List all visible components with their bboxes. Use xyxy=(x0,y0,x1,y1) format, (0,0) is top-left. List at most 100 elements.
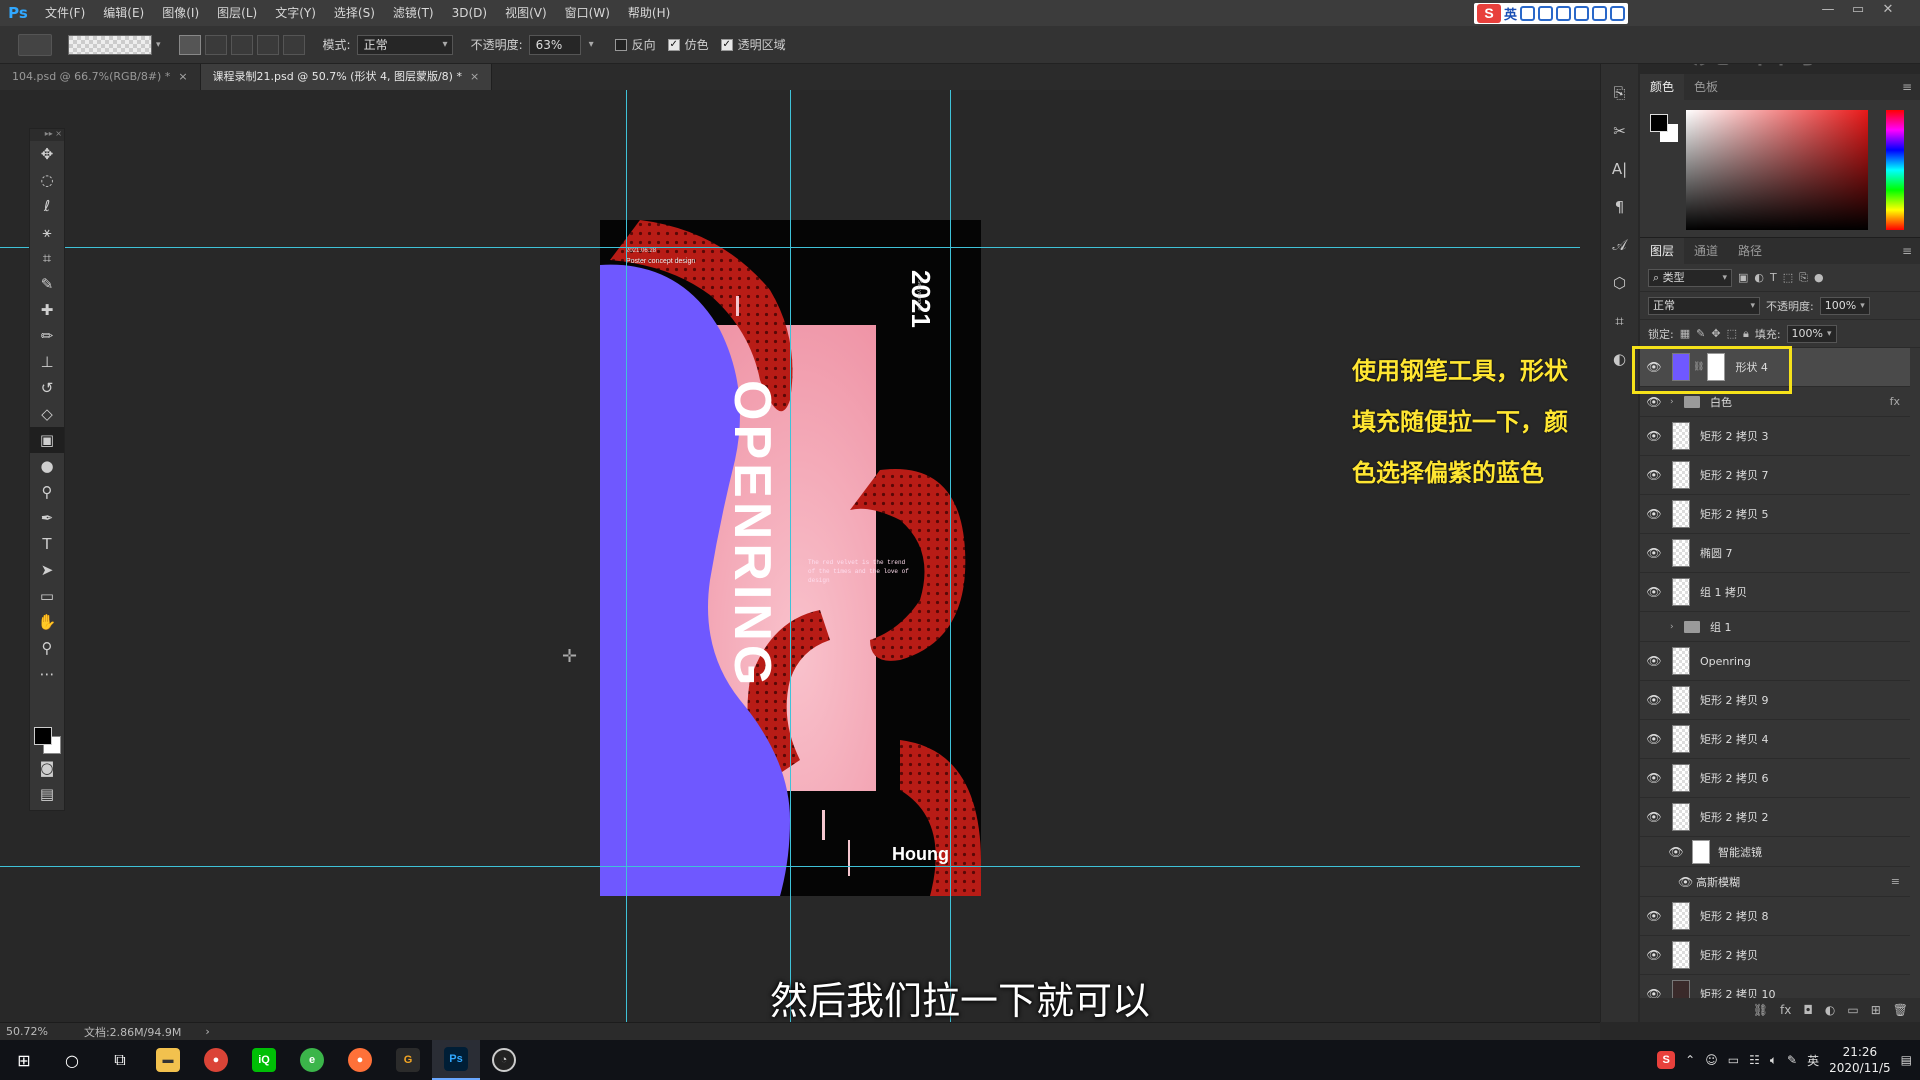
hue-slider[interactable] xyxy=(1886,110,1904,230)
layer-group-1[interactable]: 👁︎ › 组 1 xyxy=(1640,612,1910,642)
360-browser-icon[interactable]: e xyxy=(288,1040,336,1080)
chevron-down-icon[interactable]: ▾ xyxy=(156,40,161,50)
fx-badge[interactable]: fx xyxy=(1890,395,1900,408)
opacity-input[interactable]: 63% xyxy=(528,34,594,55)
rectangle-tool-icon[interactable]: ▭ xyxy=(30,583,64,609)
eye-hidden-icon[interactable]: 👁︎ xyxy=(1640,620,1668,634)
layer-item[interactable]: 👁︎ 矩形 2 拷贝 3 xyxy=(1640,417,1910,456)
layer-item[interactable]: 👁︎ Openring xyxy=(1640,642,1910,681)
file-explorer-icon[interactable]: ▬ xyxy=(144,1040,192,1080)
ime-keyboard-icon[interactable] xyxy=(1574,6,1590,21)
ime-menu-icon[interactable] xyxy=(1610,6,1626,21)
status-menu-icon[interactable]: › xyxy=(205,1025,209,1038)
eye-icon[interactable]: 👁︎ xyxy=(1640,429,1668,443)
foreground-color-swatch[interactable] xyxy=(34,727,52,745)
ime-punctuation-icon[interactable] xyxy=(1520,6,1536,21)
eye-icon[interactable]: 👁︎ xyxy=(1640,693,1668,707)
layer-item[interactable]: 👁︎ 矩形 2 拷贝 6 xyxy=(1640,759,1910,798)
diamond-gradient-button[interactable] xyxy=(282,34,305,55)
marquee-tool-icon[interactable]: ◌ xyxy=(30,167,64,193)
eye-icon[interactable]: 👁︎ xyxy=(1640,507,1668,521)
zoom-tool-icon[interactable]: ⚲ xyxy=(30,635,64,661)
magic-wand-tool-icon[interactable]: ⚹ xyxy=(30,219,64,245)
angle-gradient-button[interactable] xyxy=(230,34,253,55)
character-panel-icon[interactable]: A| xyxy=(1601,150,1638,188)
layer-item[interactable]: 👁︎ 椭圆 7 xyxy=(1640,534,1910,573)
menu-edit[interactable]: 编辑(E) xyxy=(94,0,153,26)
more-tools-icon[interactable]: ⋯ xyxy=(30,661,64,687)
lock-pixels-icon[interactable]: ✎ xyxy=(1696,327,1705,340)
dither-checkbox-box[interactable]: ✓ xyxy=(667,38,680,51)
eye-icon[interactable]: 👁︎ xyxy=(1678,875,1693,889)
crop-tool-icon[interactable]: ⌗ xyxy=(30,245,64,271)
menu-view[interactable]: 视图(V) xyxy=(496,0,556,26)
panel-menu-icon[interactable]: ≡ xyxy=(1902,244,1912,258)
layer-item[interactable]: 👁︎ 矩形 2 拷贝 2 xyxy=(1640,798,1910,837)
clock[interactable]: 21:26 2020/11/5 xyxy=(1829,1044,1891,1076)
menu-file[interactable]: 文件(F) xyxy=(36,0,94,26)
pen-icon[interactable]: ✎ xyxy=(1787,1053,1797,1067)
reverse-checkbox[interactable]: 反向 xyxy=(614,36,656,53)
photoshop-taskbar-icon[interactable]: Ps xyxy=(432,1040,480,1080)
eye-icon[interactable]: 👁︎ xyxy=(1640,948,1668,962)
shape-filter-icon[interactable]: ⬚ xyxy=(1783,271,1793,284)
eraser-tool-icon[interactable]: ◇ xyxy=(30,401,64,427)
close-tab-icon[interactable]: × xyxy=(470,70,479,83)
firefox-icon[interactable]: ● xyxy=(336,1040,384,1080)
type-filter-icon[interactable]: T xyxy=(1770,271,1777,284)
quick-mask-icon[interactable]: ◙ xyxy=(30,755,64,781)
layer-item[interactable]: 👁︎ 矩形 2 拷贝 9 xyxy=(1640,681,1910,720)
foreground-color-swatch[interactable] xyxy=(1650,114,1668,132)
minimize-button[interactable]: — xyxy=(1818,2,1838,22)
linear-gradient-button[interactable] xyxy=(178,34,201,55)
obs-icon[interactable]: ◔ xyxy=(480,1040,528,1080)
chrome-icon[interactable]: ● xyxy=(192,1040,240,1080)
menu-3d[interactable]: 3D(D) xyxy=(443,0,496,26)
reflected-gradient-button[interactable] xyxy=(256,34,279,55)
ime-toolbar[interactable]: S 英 xyxy=(1474,3,1629,24)
history-panel-icon[interactable]: ⎘ xyxy=(1601,74,1638,112)
image-filter-icon[interactable]: ▣ xyxy=(1738,271,1748,284)
network-icon[interactable]: ☷ xyxy=(1749,1053,1760,1067)
dodge-tool-icon[interactable]: ⚲ xyxy=(30,479,64,505)
filter-mask-thumbnail[interactable] xyxy=(1692,839,1710,864)
brush-settings-icon[interactable]: ✂ xyxy=(1601,112,1638,150)
notification-icon[interactable]: ▤ xyxy=(1901,1053,1912,1067)
ime-language-label[interactable]: 英 xyxy=(1504,4,1517,23)
eye-icon[interactable]: 👁︎ xyxy=(1640,546,1668,560)
lock-all-icon[interactable]: 🔒︎ xyxy=(1743,327,1749,341)
layer-item[interactable]: 👁︎ 矩形 2 拷贝 5 xyxy=(1640,495,1910,534)
guide-vertical-center[interactable] xyxy=(790,90,791,1022)
brush-tool-icon[interactable]: ✏ xyxy=(30,323,64,349)
smart-object-filter-icon[interactable]: ⎘ xyxy=(1799,271,1808,285)
new-layer-icon[interactable]: ⊞ xyxy=(1871,1003,1881,1017)
chevron-up-icon[interactable]: ⌃ xyxy=(1685,1053,1695,1067)
blur-tool-icon[interactable]: ● xyxy=(30,453,64,479)
lock-position-icon[interactable]: ✥ xyxy=(1711,327,1720,340)
healing-brush-tool-icon[interactable]: ✚ xyxy=(30,297,64,323)
tab-document-course21[interactable]: 课程录制21.psd @ 50.7% (形状 4, 图层蒙版/8) * × xyxy=(200,64,493,90)
hand-tool-icon[interactable]: ✋ xyxy=(30,609,64,635)
paragraph-panel-icon[interactable]: ¶ xyxy=(1601,188,1638,226)
layer-item[interactable]: 👁︎ 矩形 2 拷贝 7 xyxy=(1640,456,1910,495)
volume-icon[interactable]: 🔈︎ xyxy=(1770,1053,1777,1068)
ime-skin-icon[interactable] xyxy=(1592,6,1608,21)
new-group-icon[interactable]: ▭ xyxy=(1847,1003,1858,1017)
gradient-tool-icon[interactable]: ▣ xyxy=(30,427,64,453)
ime-emoji-icon[interactable] xyxy=(1538,6,1554,21)
eye-icon[interactable]: 👁︎ xyxy=(1640,395,1668,409)
gradient-swatch[interactable] xyxy=(68,34,152,55)
blend-mode-select[interactable]: 正常 xyxy=(1648,296,1760,315)
menu-help[interactable]: 帮助(H) xyxy=(619,0,679,26)
maximize-button[interactable]: ▭ xyxy=(1848,2,1868,22)
eyedropper-tool-icon[interactable]: ✎ xyxy=(30,271,64,297)
sogou-tray-icon[interactable]: S xyxy=(1657,1051,1676,1069)
reverse-checkbox-box[interactable] xyxy=(614,38,627,51)
eye-icon[interactable]: 👁︎ xyxy=(1640,810,1668,824)
toolbar-collapse-icon[interactable]: ▸▸ × xyxy=(30,129,64,141)
panel-menu-icon[interactable]: ≡ xyxy=(1902,80,1912,94)
pen-tool-icon[interactable]: ✒ xyxy=(30,505,64,531)
ime-tray-label[interactable]: 英 xyxy=(1807,1052,1819,1069)
tab-swatches[interactable]: 色板 xyxy=(1684,74,1728,100)
windows-start-icon[interactable]: ⊞ xyxy=(0,1040,48,1080)
